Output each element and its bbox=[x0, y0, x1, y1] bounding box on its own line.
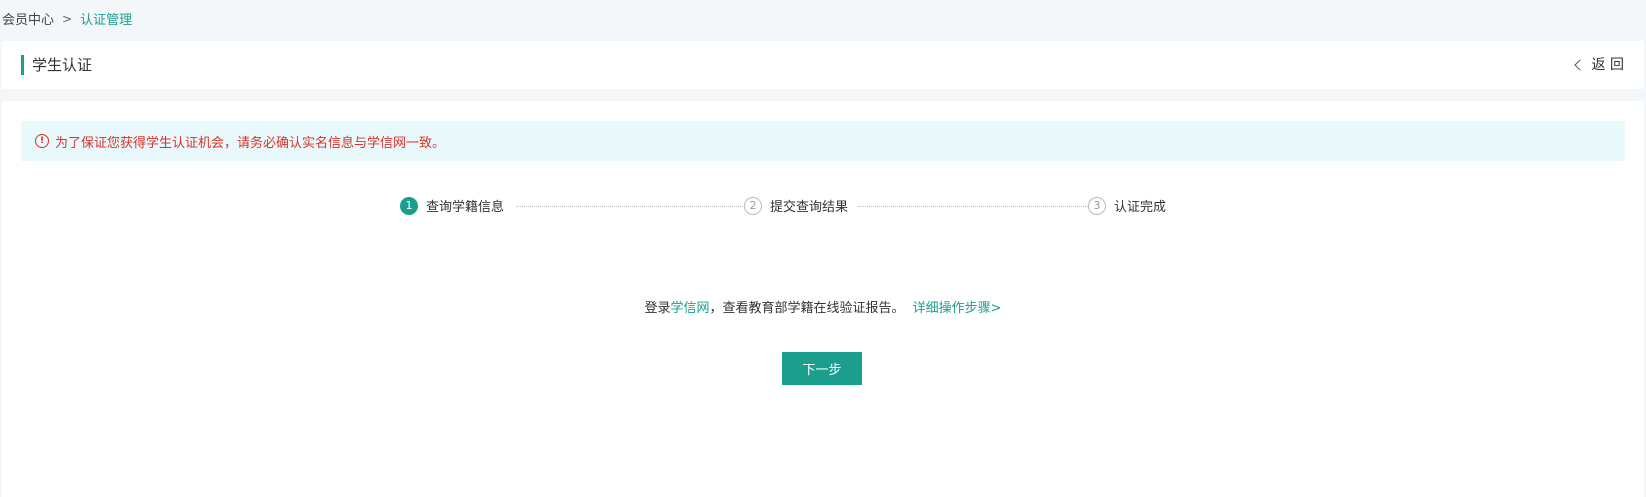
back-label: 返 回 bbox=[1591, 57, 1624, 73]
breadcrumb-separator: > bbox=[62, 11, 73, 26]
notice-banner: ! 为了保证您获得学生认证机会，请务必确认实名信息与学信网一致。 bbox=[21, 121, 1625, 161]
step-connector bbox=[516, 206, 745, 207]
step-connector bbox=[858, 206, 1088, 207]
progress-steps: 1 查询学籍信息 2 提交查询结果 3 认证完成 bbox=[2, 196, 1644, 218]
step-number: 1 bbox=[400, 196, 418, 215]
main-content: ! 为了保证您获得学生认证机会，请务必确认实名信息与学信网一致。 1 查询学籍信… bbox=[2, 101, 1644, 497]
notice-text: 为了保证您获得学生认证机会，请务必确认实名信息与学信网一致。 bbox=[55, 135, 446, 151]
page-title: 学生认证 bbox=[21, 55, 92, 75]
instruction-text: 登录学信网，查看教育部学籍在线验证报告。 详细操作步骤> bbox=[2, 297, 1644, 316]
chevron-left-icon bbox=[1573, 59, 1586, 71]
detail-steps-link[interactable]: 详细操作步骤> bbox=[913, 301, 1002, 316]
breadcrumb-parent[interactable]: 会员中心 bbox=[2, 9, 54, 28]
step-label: 认证完成 bbox=[1114, 200, 1167, 215]
breadcrumb-current[interactable]: 认证管理 bbox=[80, 9, 132, 28]
chsi-link[interactable]: 学信网 bbox=[671, 301, 710, 316]
step-label: 提交查询结果 bbox=[770, 200, 849, 215]
warning-circle-icon: ! bbox=[35, 134, 49, 148]
step-1: 1 查询学籍信息 bbox=[400, 196, 504, 215]
step-number: 2 bbox=[744, 196, 762, 215]
breadcrumb: 会员中心 > 认证管理 bbox=[2, 9, 132, 29]
step-2: 2 提交查询结果 bbox=[744, 196, 848, 215]
instruction-suffix: ，查看教育部学籍在线验证报告。 bbox=[709, 301, 905, 316]
step-label: 查询学籍信息 bbox=[426, 200, 505, 215]
step-number: 3 bbox=[1088, 196, 1106, 215]
page-header: 学生认证 返 回 bbox=[2, 41, 1644, 89]
next-step-button[interactable]: 下一步 bbox=[782, 352, 862, 385]
back-button[interactable]: 返 回 bbox=[1573, 55, 1624, 75]
instruction-prefix: 登录 bbox=[644, 301, 671, 316]
step-3: 3 认证完成 bbox=[1088, 196, 1166, 215]
